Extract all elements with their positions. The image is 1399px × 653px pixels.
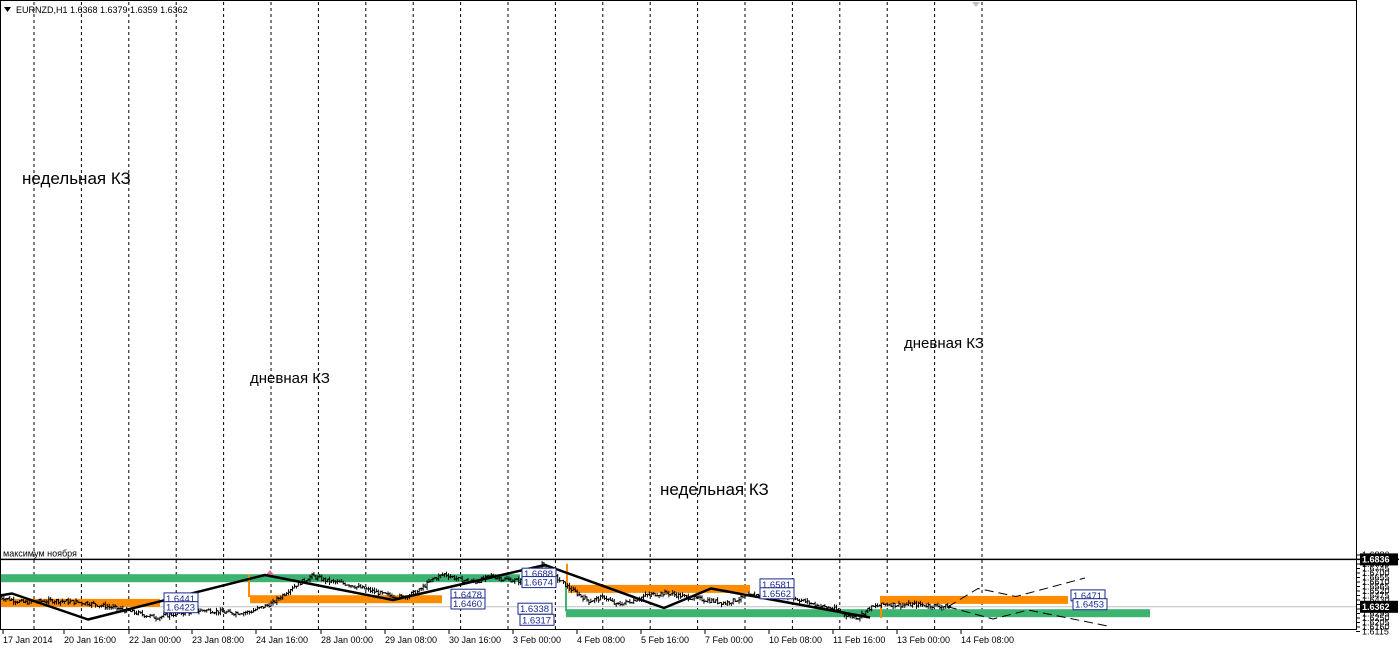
tag-daily-1-lower: 1.6423 [166, 603, 195, 614]
x-tick-label: 7 Feb 00:00 [705, 635, 753, 645]
current-price-label: 1.6362 [1362, 602, 1390, 612]
daily-zone-label-2: дневная КЗ [904, 335, 984, 352]
x-tick-label: 17 Jan 2014 [3, 635, 53, 645]
november-max-label: максимум ноября [3, 548, 77, 558]
tag-weekly-2-upper: 1.6338 [520, 604, 549, 615]
chart-background [0, 0, 1399, 653]
daily-zone-label-1: дневная КЗ [250, 370, 330, 387]
tag-daily-4-lower: 1.6453 [1075, 600, 1104, 611]
y-tick-label: 1.6115 [1362, 627, 1389, 637]
weekly-zone-label-2: недельная КЗ [660, 480, 769, 499]
weekly-zone-label-1: недельная КЗ [22, 169, 131, 188]
x-tick-label: 28 Jan 00:00 [321, 635, 373, 645]
max-price-label: 1.6836 [1362, 554, 1390, 564]
price-chart[interactable]: 1.68801.68351.67901.67451.67001.66551.66… [0, 0, 1399, 653]
x-tick-label: 3 Feb 00:00 [513, 635, 561, 645]
symbol-info: EURNZD,H1 1.6368 1.6379 1.6359 1.6362 [16, 5, 188, 15]
x-tick-label: 30 Jan 16:00 [449, 635, 501, 645]
x-tick-label: 14 Feb 08:00 [961, 635, 1014, 645]
x-tick-label: 4 Feb 08:00 [577, 635, 625, 645]
x-tick-label: 23 Jan 08:00 [192, 635, 244, 645]
tag-weekly-1-lower: 1.6674 [524, 578, 553, 589]
x-tick-label: 13 Feb 00:00 [897, 635, 950, 645]
x-tick-label: 20 Jan 16:00 [64, 635, 116, 645]
x-tick-label: 24 Jan 16:00 [256, 635, 308, 645]
tag-weekly-2-lower: 1.6317 [522, 615, 551, 626]
x-tick-label: 11 Feb 16:00 [833, 635, 885, 645]
x-tick-label: 5 Feb 16:00 [641, 635, 689, 645]
tag-daily-3-lower: 1.6562 [762, 589, 791, 600]
x-tick-label: 10 Feb 08:00 [769, 635, 822, 645]
tag-daily-2-lower: 1.6460 [453, 599, 482, 610]
x-tick-label: 29 Jan 08:00 [385, 635, 437, 645]
x-tick-label: 22 Jan 00:00 [129, 635, 181, 645]
